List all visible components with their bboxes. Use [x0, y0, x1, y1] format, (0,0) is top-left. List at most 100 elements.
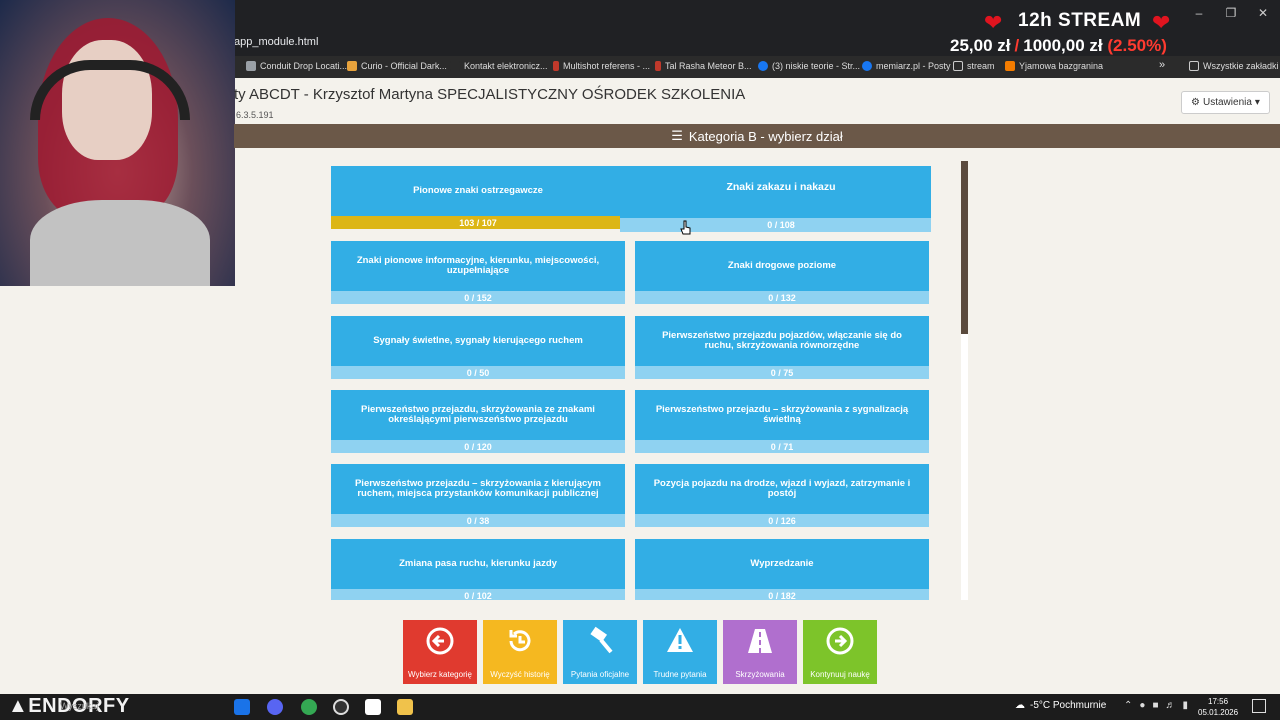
multishot-icon [553, 61, 559, 71]
facebook-icon [862, 61, 872, 71]
microphone-icon[interactable]: ● [1139, 700, 1145, 711]
section-progress: 0 / 152 [331, 291, 625, 304]
goal-percent: (2.50%) [1107, 36, 1167, 55]
battery-icon[interactable]: ▮ [1182, 700, 1188, 711]
section-tile[interactable]: Zmiana pasa ruchu, kierunku jazdy 0 / 10… [331, 539, 625, 600]
section-tile[interactable]: Pozycja pojazdu na drodze, wjazd i wyjaz… [635, 464, 929, 527]
section-tile[interactable]: Sygnały świetlne, sygnały kierującego ru… [331, 316, 625, 379]
volume-icon[interactable]: ♬ [1165, 700, 1175, 711]
gavel-icon [585, 626, 615, 656]
blogger-icon [1005, 61, 1015, 71]
webcam-feed [0, 0, 235, 286]
facebook-icon [758, 61, 768, 71]
section-title: Pierwszeństwo przejazdu pojazdów, włącza… [662, 330, 902, 351]
settings-button[interactable]: ⚙ Ustawienia ▾ [1181, 91, 1270, 114]
scrollbar-thumb[interactable] [961, 161, 968, 334]
bookmark-item[interactable]: (3) niskie teorie - Str... [758, 61, 860, 71]
file-explorer-icon[interactable] [397, 699, 413, 715]
section-title: Znaki zakazu i nakazu [726, 181, 836, 194]
warning-icon [665, 626, 695, 656]
section-progress: 0 / 71 [635, 440, 929, 453]
bookmark-item[interactable]: Tal Rasha Meteor B... [655, 61, 752, 71]
bookmark-item[interactable]: Curio - Official Dark... [347, 61, 447, 71]
bookmark-item[interactable]: stream [953, 61, 995, 71]
bookmark-item[interactable]: Kontakt elektronicz... [450, 61, 548, 71]
gears-icon: ⚙ [1191, 97, 1200, 108]
section-progress: 0 / 126 [635, 514, 929, 527]
stream-goal-overlay: ❤ 12h STREAM ❤ 25,00 zł/1000,00 zł (2.50… [900, 6, 1220, 58]
goal-amount: 25,00 zł/1000,00 zł (2.50%) [950, 36, 1167, 55]
notifications-icon[interactable] [1252, 699, 1266, 713]
app-icon[interactable] [234, 699, 250, 715]
restore-icon[interactable]: ❐ [1222, 6, 1240, 20]
tal-rasha-icon [655, 61, 661, 71]
section-progress: 0 / 132 [635, 291, 929, 304]
intersections-button[interactable]: Skrzyżowania [723, 620, 797, 684]
windows-taskbar: ▲ENDORFY Wyszukaj ☁ -5°C Pochmurnie ⌃ ● … [0, 694, 1280, 720]
history-reset-icon [505, 626, 535, 656]
search-box[interactable]: Wyszukaj [60, 701, 98, 711]
chrome-icon[interactable] [301, 699, 317, 715]
section-progress: 0 / 38 [331, 514, 625, 527]
section-tile[interactable]: Pionowe znaki ostrzegawcze 103 / 107 [331, 166, 625, 229]
continue-learning-button[interactable]: Kontynuuj naukę [803, 620, 877, 684]
section-progress: 103 / 107 [331, 216, 625, 229]
section-tile[interactable]: Pierwszeństwo przejazdu, skrzyżowania ze… [331, 390, 625, 453]
arrow-left-circle-icon [425, 626, 455, 656]
folder-icon [1189, 61, 1199, 71]
clear-history-button[interactable]: Wyczyść historię [483, 620, 557, 684]
all-bookmarks-button[interactable]: Wszystkie zakładki [1189, 61, 1279, 71]
chevron-up-icon[interactable]: ⌃ [1124, 700, 1132, 711]
section-tile[interactable]: Pierwszeństwo przejazdu – skrzyżowania z… [331, 464, 625, 527]
address-bar[interactable]: app_module.html [234, 36, 318, 48]
action-toolbar: Wybierz kategorię Wyczyść historię Pytan… [403, 620, 877, 684]
heart-icon: ❤ [984, 10, 1003, 35]
network-icon[interactable]: ■ [1152, 700, 1158, 711]
section-tile[interactable]: Znaki drogowe poziome 0 / 132 [635, 241, 929, 304]
goal-current: 25,00 zł [950, 36, 1011, 55]
page-title: ty ABCDT - Krzysztof Martyna SPECJALISTY… [234, 86, 746, 103]
section-tile[interactable]: Pierwszeństwo przejazdu – skrzyżowania z… [635, 390, 929, 453]
hard-questions-button[interactable]: Trudne pytania [643, 620, 717, 684]
choose-category-button[interactable]: Wybierz kategorię [403, 620, 477, 684]
category-header: ☰ Kategoria B - wybierz dział [234, 124, 1280, 148]
bookmark-item[interactable]: Multishot referens - ... [553, 61, 650, 71]
close-icon[interactable]: ✕ [1254, 6, 1272, 20]
section-progress: 0 / 108 [620, 218, 931, 232]
section-tile-hovered[interactable]: Znaki zakazu i nakazu 0 / 108 [620, 166, 931, 232]
section-progress: 0 / 50 [331, 366, 625, 379]
taskbar-clock[interactable]: 17:56 05.01.2026 [1198, 696, 1238, 718]
hand-cursor-icon [680, 220, 691, 235]
arrow-right-circle-icon [825, 626, 855, 656]
section-tile[interactable]: Znaki pionowe informacyjne, kierunku, mi… [331, 241, 625, 304]
section-title: Znaki pionowe informacyjne, kierunku, mi… [356, 255, 600, 276]
section-title: Pionowe znaki ostrzegawcze [413, 185, 543, 197]
system-tray: ⌃ ● ■ ♬ ▮ [1124, 700, 1188, 711]
road-icon [745, 626, 775, 656]
app-version: 6.3.5.191 [236, 110, 274, 120]
section-tile[interactable]: Wyprzedzanie 0 / 182 [635, 539, 929, 600]
app-icon[interactable] [365, 699, 381, 715]
section-title: Pierwszeństwo przejazdu – skrzyżowania z… [655, 404, 909, 425]
section-progress: 0 / 120 [331, 440, 625, 453]
section-title: Pierwszeństwo przejazdu – skrzyżowania z… [354, 478, 602, 499]
section-title: Pozycja pojazdu na drodze, wjazd i wyjaz… [653, 478, 911, 499]
bookmark-item[interactable]: memiarz.pl - Posty [862, 61, 951, 71]
cloud-icon: ☁ [1015, 700, 1025, 711]
official-questions-button[interactable]: Pytania oficjalne [563, 620, 637, 684]
bookmark-item[interactable]: Conduit Drop Locati... [246, 61, 347, 71]
section-tile[interactable]: Pierwszeństwo przejazdu pojazdów, włącza… [635, 316, 929, 379]
discord-icon[interactable] [267, 699, 283, 715]
section-grid: Pionowe znaki ostrzegawcze 103 / 107 Zna… [331, 166, 931, 600]
bookmark-icon [246, 61, 256, 71]
list-icon: ☰ [671, 128, 683, 143]
section-title: Zmiana pasa ruchu, kierunku jazdy [399, 558, 557, 570]
more-bookmarks-button[interactable]: » [1159, 59, 1165, 71]
curio-icon [347, 61, 357, 71]
section-title: Wyprzedzanie [750, 558, 814, 570]
weather-widget[interactable]: ☁ -5°C Pochmurnie [1015, 700, 1106, 711]
obs-icon[interactable] [333, 699, 349, 715]
bookmark-item[interactable]: Yjamowa bazgranina [1005, 61, 1103, 71]
section-progress: 0 / 102 [331, 589, 625, 600]
section-title: Sygnały świetlne, sygnały kierującego ru… [373, 335, 583, 347]
